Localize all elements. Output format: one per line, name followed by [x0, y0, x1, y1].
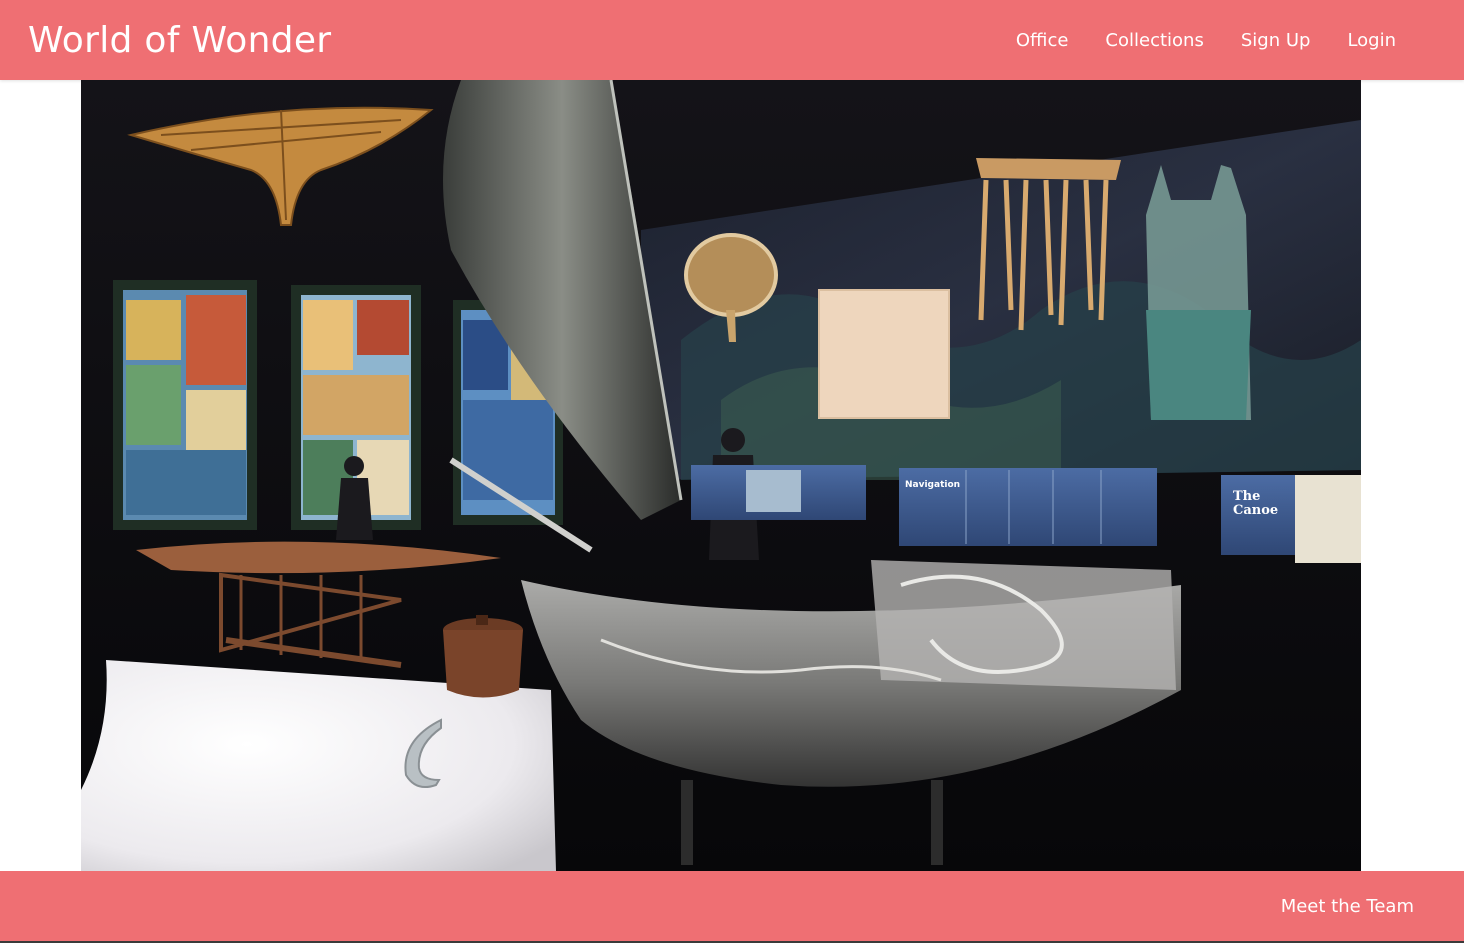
- wooden-bowl-artifact: [443, 615, 523, 698]
- navigation-panel-title: Navigation: [905, 480, 960, 490]
- nav-link-login[interactable]: Login: [1347, 30, 1396, 51]
- tapa-cloth-artifact: [818, 289, 950, 419]
- gallery-scene: Navigation The Canoe: [81, 80, 1361, 871]
- woven-dress-artifact: [1146, 165, 1251, 420]
- meet-team-link[interactable]: Meet the Team: [1281, 896, 1414, 917]
- nav-link-signup[interactable]: Sign Up: [1241, 30, 1311, 51]
- top-navbar: World of Wonder Office Collections Sign …: [0, 0, 1464, 80]
- museum-gallery-image: Navigation The Canoe: [81, 80, 1361, 871]
- main-nav: Office Collections Sign Up Login: [1016, 30, 1396, 51]
- site-brand-link[interactable]: World of Wonder: [28, 20, 331, 61]
- nav-link-collections[interactable]: Collections: [1105, 30, 1203, 51]
- footer-bar: Meet the Team: [0, 871, 1464, 941]
- nav-link-office[interactable]: Office: [1016, 30, 1069, 51]
- canoe-panel-title-2: Canoe: [1233, 503, 1278, 518]
- canoe-panel-title-1: The: [1233, 489, 1260, 504]
